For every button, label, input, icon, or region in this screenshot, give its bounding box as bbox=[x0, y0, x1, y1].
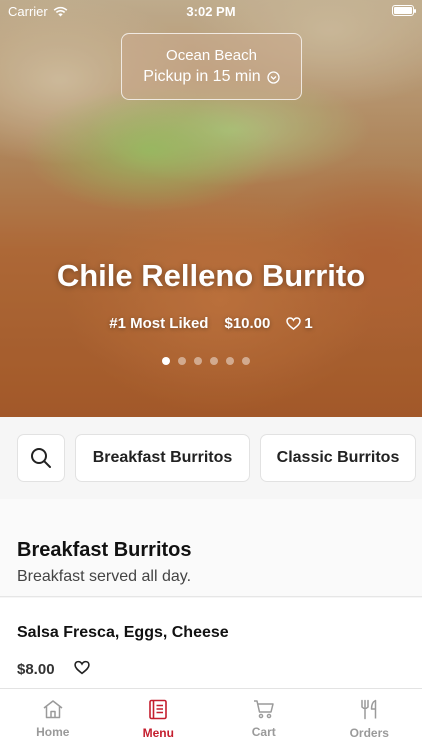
home-icon bbox=[43, 700, 63, 719]
favorite-heart-icon[interactable] bbox=[74, 660, 90, 675]
tab-menu-label: Menu bbox=[142, 726, 174, 740]
carousel-dot[interactable] bbox=[162, 357, 170, 365]
menu-section-header: Breakfast Burritos Breakfast served all … bbox=[0, 499, 422, 597]
carousel-dot[interactable] bbox=[242, 357, 250, 365]
battery-icon bbox=[392, 5, 416, 16]
category-tab-breakfast[interactable]: Breakfast Burritos bbox=[75, 434, 250, 482]
carousel-dots[interactable] bbox=[162, 357, 250, 365]
tab-menu[interactable]: Menu bbox=[106, 689, 212, 750]
status-bar: Carrier 3:02 PM bbox=[0, 0, 422, 22]
section-title: Breakfast Burritos bbox=[17, 539, 192, 561]
carousel-dot[interactable] bbox=[178, 357, 186, 365]
pickup-time: Pickup in 15 min bbox=[143, 68, 261, 85]
heart-icon bbox=[286, 317, 302, 330]
featured-item-title[interactable]: Chile Relleno Burrito bbox=[0, 258, 422, 294]
menu-item-price: $8.00 bbox=[17, 661, 55, 678]
rank-label: #1 Most Liked bbox=[109, 315, 209, 332]
search-button[interactable] bbox=[17, 434, 65, 482]
section-subtitle: Breakfast served all day. bbox=[17, 568, 192, 585]
like-count: 1 bbox=[304, 315, 313, 332]
menu-item-name: Salsa Fresca, Eggs, Cheese bbox=[17, 624, 229, 641]
cart-icon bbox=[253, 700, 274, 719]
tab-orders[interactable]: Orders bbox=[317, 689, 422, 750]
featured-price: $10.00 bbox=[224, 315, 271, 332]
status-time: 3:02 PM bbox=[186, 4, 236, 19]
carousel-dot[interactable] bbox=[210, 357, 218, 365]
menu-icon bbox=[149, 699, 168, 720]
location-selector[interactable]: Ocean Beach Pickup in 15 min bbox=[121, 33, 302, 100]
tab-bar: Home Menu Cart Orders bbox=[0, 688, 422, 750]
category-bar: Breakfast Burritos Classic Burritos bbox=[0, 417, 422, 499]
carousel-dot[interactable] bbox=[226, 357, 234, 365]
carousel-dot[interactable] bbox=[194, 357, 202, 365]
tab-home-label: Home bbox=[36, 725, 70, 739]
category-tab-classic[interactable]: Classic Burritos bbox=[260, 434, 416, 482]
tab-cart-label: Cart bbox=[251, 725, 276, 739]
orders-icon bbox=[361, 699, 377, 720]
search-icon bbox=[31, 448, 51, 468]
tab-cart[interactable]: Cart bbox=[211, 689, 317, 750]
menu-item[interactable]: Salsa Fresca, Eggs, Cheese $8.00 bbox=[0, 598, 422, 688]
location-name: Ocean Beach bbox=[166, 47, 257, 64]
chevron-down-circle-icon bbox=[267, 70, 280, 84]
featured-item-meta: #1 Most Liked $10.00 1 bbox=[0, 315, 422, 332]
like-button[interactable]: 1 bbox=[286, 315, 313, 332]
tab-home[interactable]: Home bbox=[0, 689, 106, 750]
tab-orders-label: Orders bbox=[349, 726, 389, 740]
